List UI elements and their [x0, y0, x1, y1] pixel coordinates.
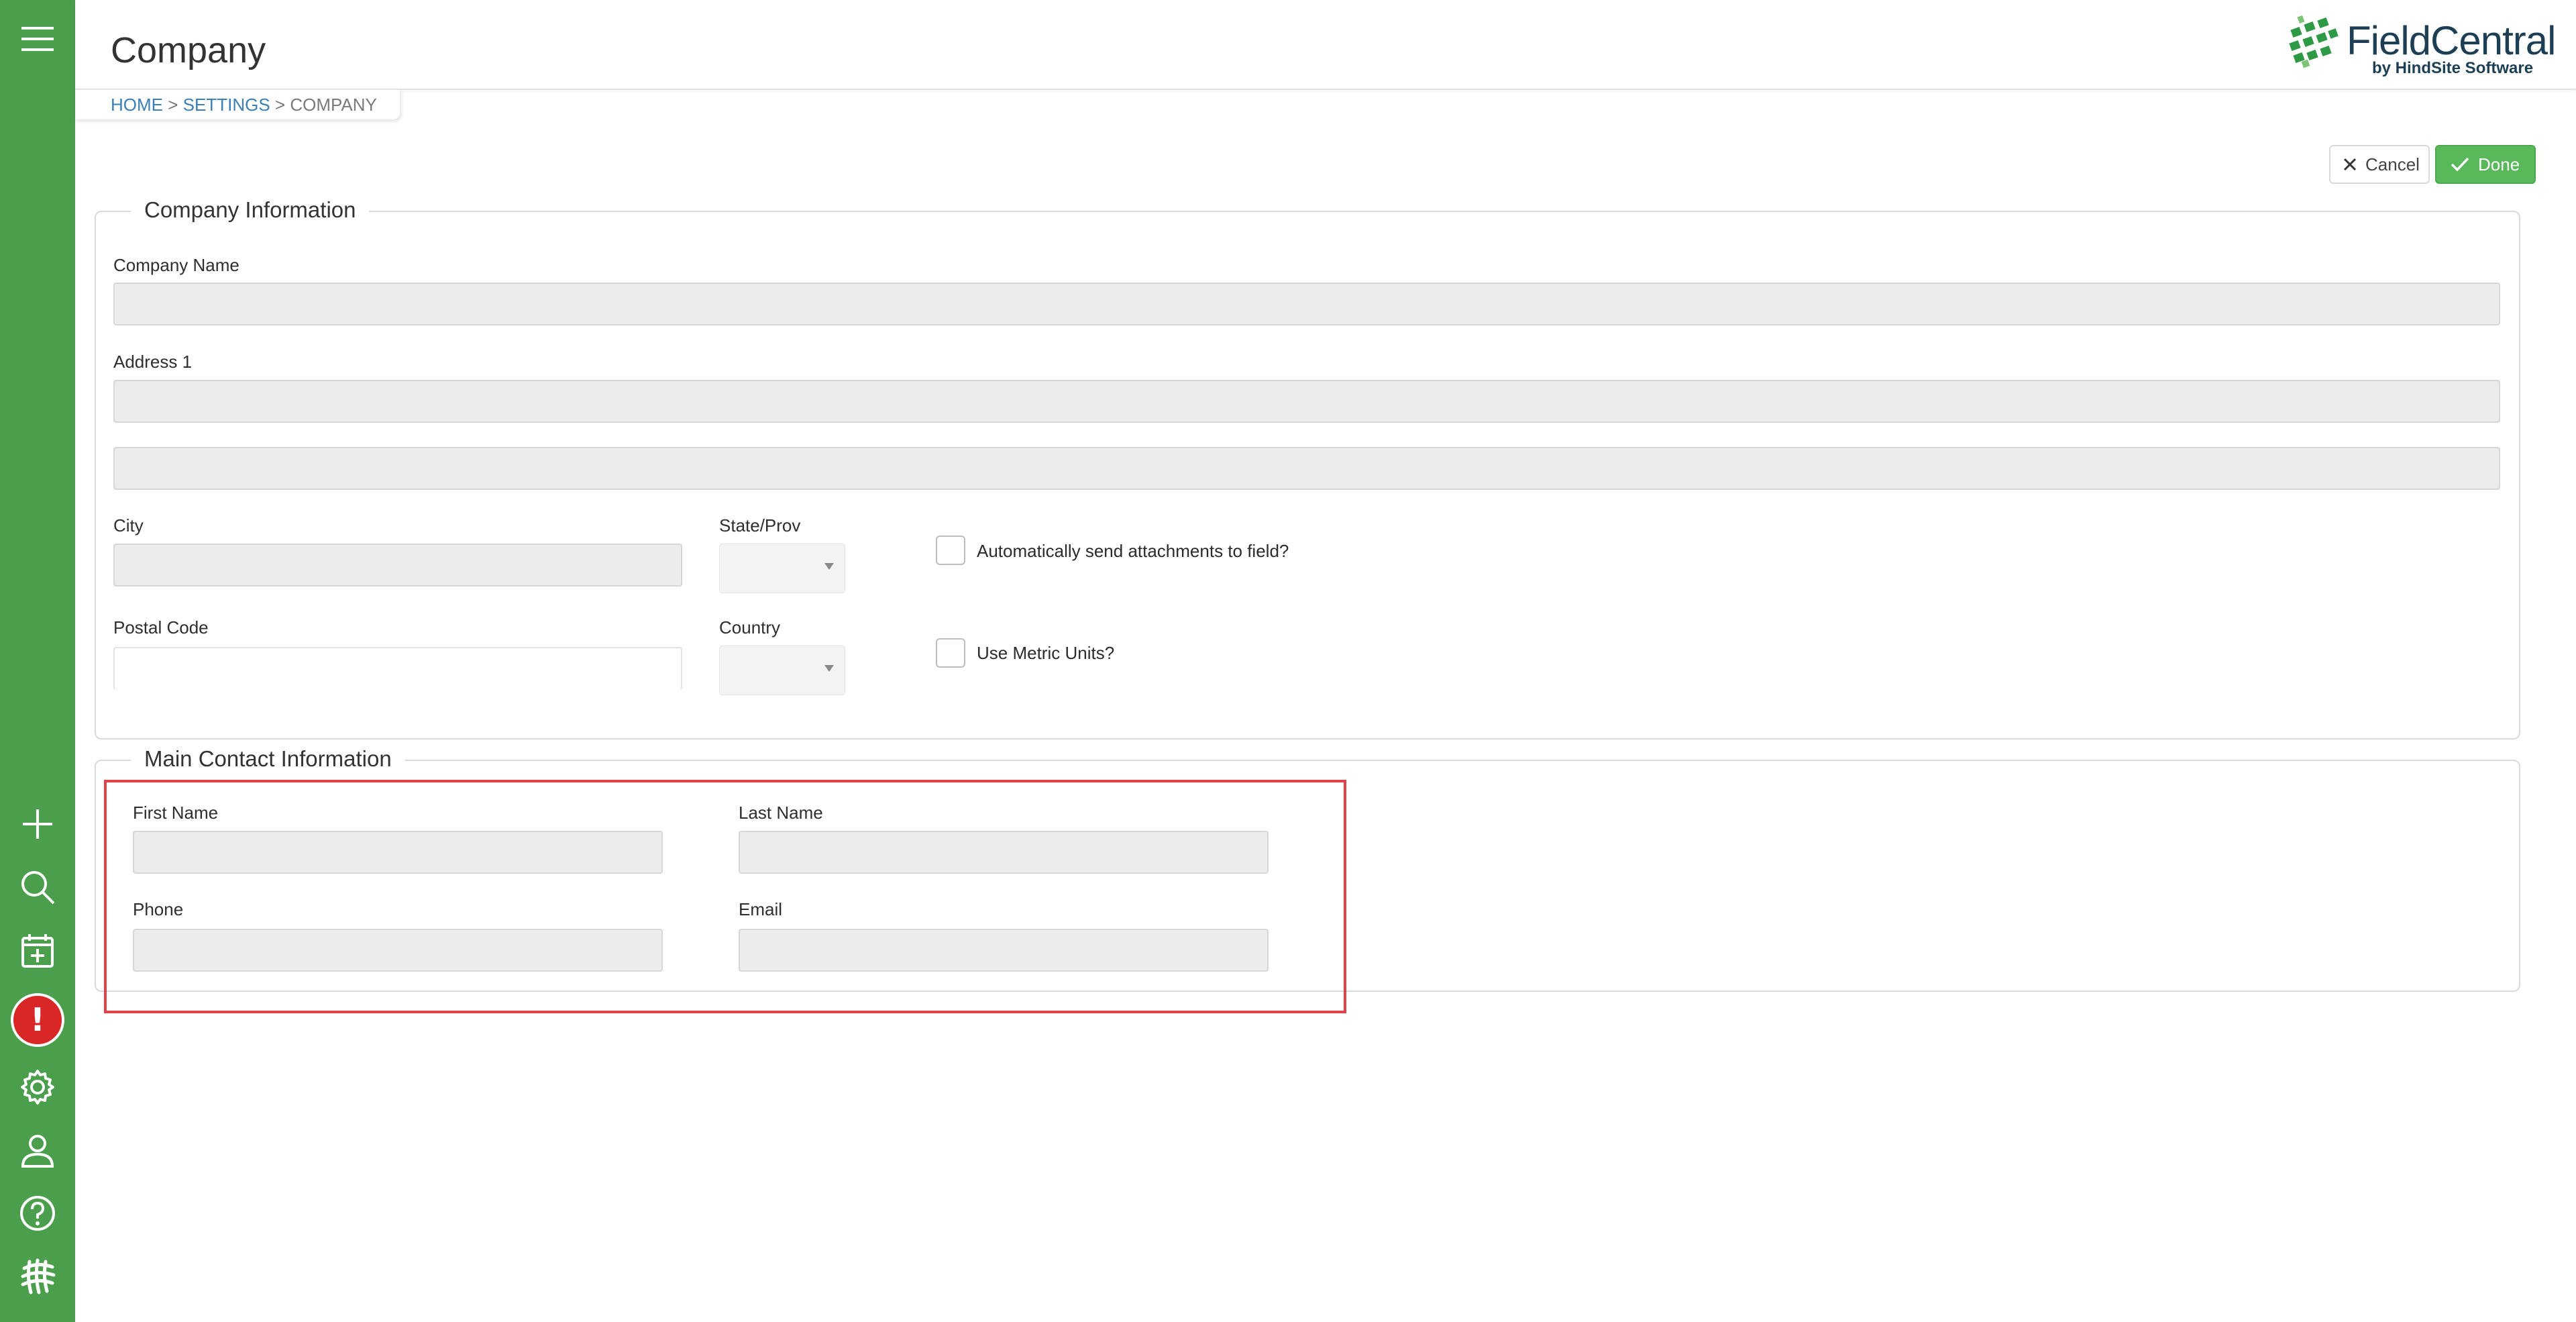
city-label: City	[113, 515, 144, 536]
help-icon[interactable]	[17, 1193, 58, 1233]
breadcrumb-separator: >	[274, 95, 290, 115]
postal-code-label: Postal Code	[113, 617, 209, 638]
logo-subtext: by HindSite Software	[2372, 59, 2534, 77]
breadcrumb: HOME > SETTINGS > COMPANY	[75, 90, 400, 119]
sidebar: !	[0, 0, 75, 1322]
country-select[interactable]	[719, 646, 845, 695]
country-label: Country	[719, 617, 781, 638]
fieldcentral-logo-icon[interactable]	[17, 1256, 58, 1296]
calendar-add-icon[interactable]	[17, 930, 58, 970]
breadcrumb-home[interactable]: HOME	[111, 95, 163, 115]
fieldcentral-logo: FieldCentral by HindSite Software	[2286, 12, 2556, 79]
address1-label: Address 1	[113, 352, 193, 372]
search-icon[interactable]	[17, 867, 58, 907]
highlight-box	[104, 780, 1346, 1013]
metric-units-label: Use Metric Units?	[977, 643, 1115, 663]
close-icon	[2343, 157, 2357, 172]
menu-icon[interactable]	[17, 19, 58, 59]
user-icon[interactable]	[17, 1130, 58, 1170]
address2-field[interactable]	[113, 447, 2500, 490]
chevron-down-icon	[824, 665, 834, 672]
breadcrumb-separator: >	[168, 95, 183, 115]
alert-icon[interactable]: !	[11, 993, 64, 1047]
done-button[interactable]: Done	[2435, 145, 2536, 184]
cancel-button[interactable]: Cancel	[2329, 145, 2430, 184]
state-label: State/Prov	[719, 515, 801, 536]
page-title: Company	[111, 30, 266, 70]
address1-field[interactable]	[113, 380, 2500, 423]
breadcrumb-company: COMPANY	[290, 95, 377, 115]
add-icon[interactable]	[17, 804, 58, 844]
company-name-label: Company Name	[113, 255, 239, 275]
state-select[interactable]	[719, 544, 845, 593]
cancel-label: Cancel	[2365, 154, 2420, 174]
company-information-legend: Company Information	[131, 197, 370, 223]
breadcrumb-settings[interactable]: SETTINGS	[183, 95, 270, 115]
company-name-field[interactable]	[113, 283, 2500, 325]
logo-text: FieldCentral	[2347, 18, 2556, 63]
settings-icon[interactable]	[17, 1067, 58, 1107]
done-label: Done	[2478, 154, 2520, 174]
main-contact-legend: Main Contact Information	[131, 746, 405, 772]
postal-code-field[interactable]	[113, 647, 682, 690]
auto-attachments-label: Automatically send attachments to field?	[977, 541, 1289, 561]
logo-mark-icon	[2289, 15, 2339, 68]
header-bar: Company FieldCentral by HindSite Softwar…	[75, 0, 2576, 90]
auto-attachments-checkbox[interactable]	[936, 536, 965, 565]
chevron-down-icon	[824, 563, 834, 570]
metric-units-checkbox[interactable]	[936, 638, 965, 668]
city-field[interactable]	[113, 544, 682, 587]
checkmark-icon	[2450, 156, 2470, 172]
